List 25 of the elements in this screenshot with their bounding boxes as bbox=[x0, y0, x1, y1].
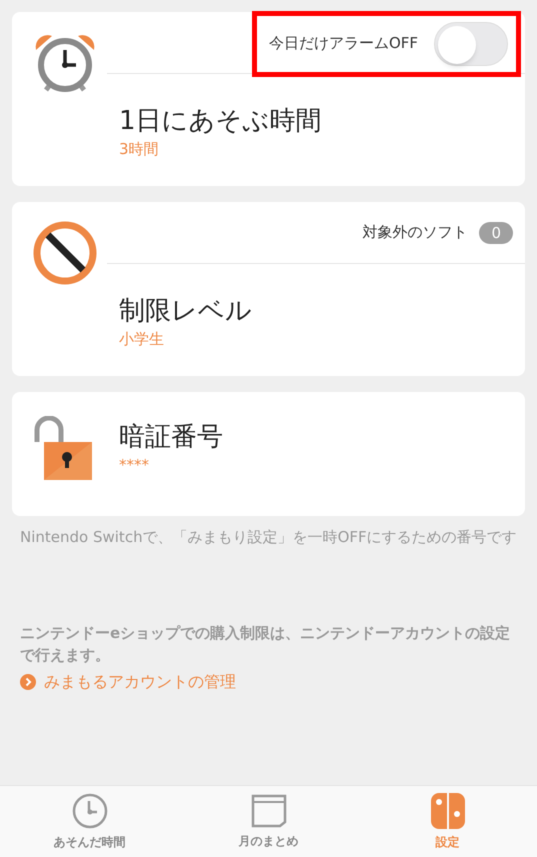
count-badge: 0 bbox=[479, 222, 513, 244]
tab-bar-item[interactable]: 設定 bbox=[358, 786, 537, 857]
tab-bar-item[interactable]: あそんだ時間 bbox=[0, 786, 179, 857]
prohibited-icon bbox=[32, 220, 98, 286]
unlocked-padlock-icon bbox=[32, 416, 94, 482]
settings-card[interactable]: 対象外のソフト 0 制限レベル 小学生 bbox=[12, 202, 525, 376]
pin-description: Nintendo Switchで、「みまもり設定」を一時OFFにするための番号です bbox=[19, 527, 518, 548]
setting-value: 3時間 bbox=[119, 139, 160, 160]
account-management-link[interactable]: みまもるアカウントの管理 bbox=[12, 670, 244, 694]
purchase-restriction-note: ニンテンドーeショップでの購入制限は、ニンテンドーアカウントの設定で行えます。 bbox=[19, 623, 512, 666]
console-icon bbox=[430, 792, 464, 828]
setting-value: **** bbox=[119, 455, 150, 476]
setting-value: 小学生 bbox=[119, 329, 165, 350]
setting-title: 1日にあそぶ時間 bbox=[119, 105, 323, 138]
settings-card[interactable]: 今日だけアラームOFF 1日にあそぶ時間 3時間 bbox=[12, 12, 525, 186]
settings-card[interactable]: 暗証番号 **** bbox=[12, 392, 525, 516]
clock-icon bbox=[72, 792, 108, 828]
toggle-switch[interactable] bbox=[434, 22, 508, 66]
calendar-page-icon bbox=[250, 794, 286, 828]
setting-title: 制限レベル bbox=[119, 295, 253, 328]
alarm-off-label: 今日だけアラームOFF bbox=[268, 33, 418, 54]
chevron-circle-icon bbox=[20, 674, 36, 690]
tab-bar-item[interactable]: 月のまとめ bbox=[179, 786, 358, 857]
setting-title: 暗証番号 bbox=[119, 421, 224, 454]
excluded-software-label: 対象外のソフト bbox=[362, 222, 468, 244]
